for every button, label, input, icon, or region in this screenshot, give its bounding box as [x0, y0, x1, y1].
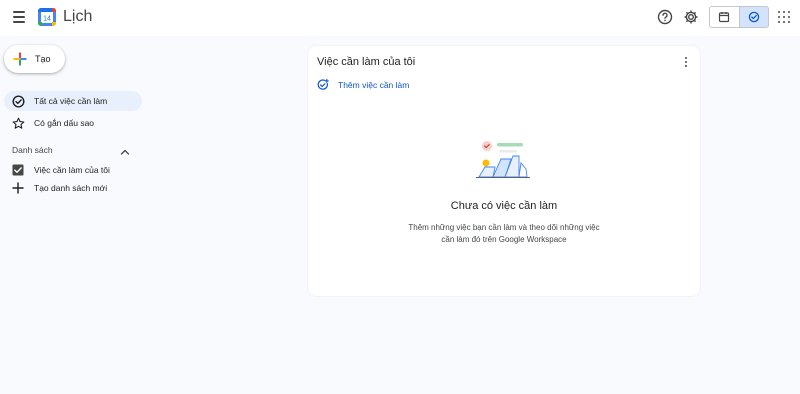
calendar-icon[interactable]: [710, 7, 739, 27]
top-bar: 14 Lịch: [0, 0, 800, 36]
list-item-my-tasks-label: Việc cần làm của tôi: [34, 165, 110, 175]
create-button[interactable]: Tạo: [4, 45, 65, 73]
nav-all-tasks[interactable]: Tất cả việc cần làm: [4, 91, 142, 111]
empty-state-title: Chưa có việc cần làm: [450, 200, 558, 212]
lists-section-title: Danh sách: [12, 145, 53, 155]
create-new-list-label: Tạo danh sách mới: [34, 183, 108, 193]
add-task-button[interactable]: Thêm việc cần làm: [317, 79, 409, 91]
plus-color-icon: [13, 52, 27, 66]
checkbox-icon[interactable]: [11, 163, 25, 177]
empty-state-description: Thêm những việc bạn cần làm và theo dõi …: [408, 223, 600, 244]
star-icon: [11, 116, 25, 130]
nav-starred[interactable]: Có gắn dấu sao: [4, 113, 94, 133]
check-circle-icon: [11, 94, 25, 108]
add-task-icon: [317, 79, 329, 90]
empty-tasks-illustration: [476, 141, 530, 178]
list-item-my-tasks[interactable]: Việc cần làm của tôi: [4, 160, 110, 180]
app-switcher: [709, 6, 769, 28]
help-icon[interactable]: [656, 8, 674, 26]
menu-icon[interactable]: [9, 7, 29, 27]
nav-all-tasks-label: Tất cả việc cần làm: [34, 96, 108, 106]
nav-starred-label: Có gắn dấu sao: [34, 118, 95, 128]
chevron-up-icon[interactable]: [119, 145, 131, 157]
tasks-icon[interactable]: [738, 7, 768, 27]
more-options-icon[interactable]: [680, 56, 692, 68]
tasks-panel: Việc cần làm của tôi Thêm việc cần làm C…: [308, 46, 700, 296]
settings-icon[interactable]: [682, 8, 700, 26]
plus-icon: [11, 181, 25, 195]
logo-day: 14: [43, 16, 51, 23]
calendar-logo: 14: [38, 8, 56, 26]
app-title: Lịch: [63, 8, 93, 25]
apps-icon[interactable]: [778, 11, 790, 23]
add-task-label: Thêm việc cần làm: [338, 80, 410, 90]
create-new-list[interactable]: Tạo danh sách mới: [4, 178, 107, 198]
create-label: Tạo: [35, 54, 51, 64]
panel-title: Việc cần làm của tôi: [317, 56, 416, 68]
